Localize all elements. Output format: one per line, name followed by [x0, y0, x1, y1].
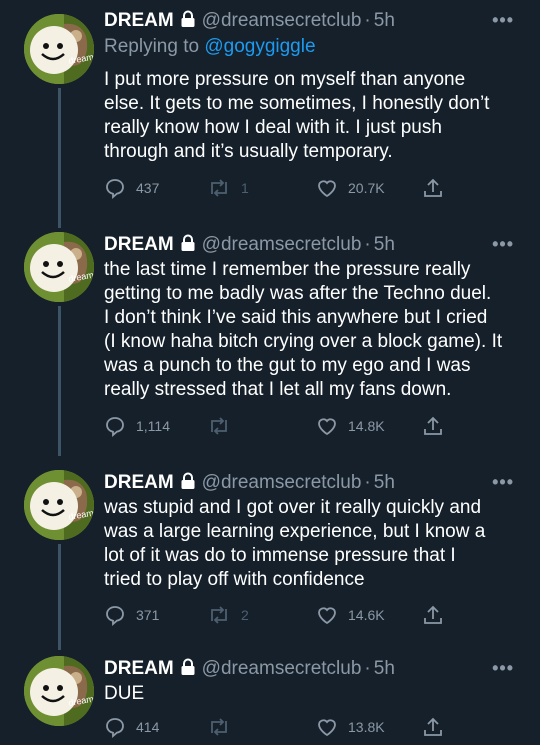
retweet-button[interactable]: 1 [207, 177, 249, 199]
tweet-1[interactable]: dream DREAM @dreamsecretclub · 5h ••• Re… [0, 8, 540, 228]
avatar[interactable]: dream [24, 470, 94, 540]
reply-button[interactable]: 1,114 [104, 415, 170, 437]
timestamp[interactable]: 5h [374, 234, 395, 256]
replying-to: Replying to @gogygiggle [104, 36, 316, 58]
timestamp[interactable]: 5h [374, 472, 395, 494]
heart-icon [318, 719, 336, 737]
author-name[interactable]: DREAM [104, 10, 174, 32]
tweet-text: DUE [104, 683, 145, 704]
heart-icon [318, 418, 336, 436]
retweet-button[interactable] [207, 716, 241, 738]
heart-icon [318, 180, 336, 198]
retweet-count: 2 [241, 607, 249, 623]
author-handle[interactable]: @dreamsecretclub [202, 472, 362, 494]
author-name[interactable]: DREAM [104, 658, 174, 680]
retweet-icon [211, 606, 227, 624]
separator-dot: · [364, 472, 371, 493]
tweet-text: I put more pressure on myself than anyon… [104, 69, 490, 162]
heart-icon [318, 607, 336, 625]
like-count: 20.7K [348, 180, 385, 196]
like-button[interactable]: 20.7K [316, 177, 385, 199]
lock-icon [180, 234, 196, 257]
like-count: 14.8K [348, 418, 385, 434]
timestamp[interactable]: 5h [374, 658, 395, 680]
retweet-icon [211, 417, 227, 435]
lock-icon [180, 658, 196, 681]
lock-icon [180, 10, 196, 33]
reply-button[interactable]: 414 [104, 716, 159, 738]
share-icon [424, 717, 442, 736]
more-icon[interactable]: ••• [492, 658, 514, 679]
reply-button[interactable]: 371 [104, 604, 159, 626]
separator-dot: · [364, 234, 371, 255]
share-button[interactable] [422, 177, 454, 199]
reply-button[interactable]: 437 [104, 177, 159, 199]
retweet-icon [211, 718, 227, 736]
like-count: 14.6K [348, 607, 385, 623]
tweet-header: DREAM @dreamsecretclub · 5h [104, 470, 395, 496]
lock-icon [180, 472, 196, 495]
retweet-icon [211, 179, 227, 197]
share-icon [424, 416, 442, 435]
replying-to-link[interactable]: @gogygiggle [204, 36, 315, 57]
reply-count: 414 [136, 719, 160, 735]
retweet-button[interactable]: 2 [207, 604, 249, 626]
share-button[interactable] [422, 604, 454, 626]
like-button[interactable]: 14.8K [316, 415, 385, 437]
tweet-header: DREAM @dreamsecretclub · 5h [104, 656, 395, 682]
author-name[interactable]: DREAM [104, 234, 174, 256]
tweet-text: was stupid and I got over it really quic… [104, 497, 486, 590]
like-count: 13.8K [348, 719, 385, 735]
author-handle[interactable]: @dreamsecretclub [202, 10, 362, 32]
tweet-2[interactable]: dream DREAM @dreamsecretclub · 5h ••• th… [0, 232, 540, 456]
tweet-4[interactable]: dream DREAM @dreamsecretclub · 5h ••• DU… [0, 656, 540, 745]
avatar[interactable]: dream [24, 656, 94, 726]
separator-dot: · [364, 658, 371, 679]
tweet-actions: 1,114 14.8K [104, 415, 444, 439]
tweet-actions: 437 1 20.7K [104, 177, 444, 201]
tweet-header: DREAM @dreamsecretclub · 5h [104, 232, 395, 258]
author-handle[interactable]: @dreamsecretclub [202, 658, 362, 680]
share-button[interactable] [422, 415, 454, 437]
more-icon[interactable]: ••• [492, 472, 514, 493]
retweet-button[interactable] [207, 415, 241, 437]
more-icon[interactable]: ••• [492, 234, 514, 255]
reply-icon [106, 179, 124, 199]
tweet-actions: 371 2 14.6K [104, 604, 444, 628]
timestamp[interactable]: 5h [374, 10, 395, 32]
reply-icon [106, 718, 124, 738]
reply-count: 371 [136, 607, 160, 623]
share-icon [424, 178, 442, 197]
author-name[interactable]: DREAM [104, 472, 174, 494]
tweet-3[interactable]: dream DREAM @dreamsecretclub · 5h ••• wa… [0, 470, 540, 650]
retweet-count: 1 [241, 180, 249, 196]
more-icon[interactable]: ••• [492, 10, 514, 31]
share-icon [424, 605, 442, 624]
tweet-text: the last time I remember the pressure re… [104, 259, 503, 400]
thread-line [58, 544, 61, 650]
reply-icon [106, 606, 124, 626]
like-button[interactable]: 14.6K [316, 604, 385, 626]
tweet-header: DREAM @dreamsecretclub · 5h [104, 8, 395, 34]
avatar[interactable]: dream [24, 14, 94, 84]
avatar[interactable]: dream [24, 232, 94, 302]
tweet-actions: 414 13.8K [104, 716, 444, 740]
reply-icon [106, 417, 124, 437]
replying-to-label: Replying to [104, 36, 205, 57]
like-button[interactable]: 13.8K [316, 716, 385, 738]
reply-count: 437 [136, 180, 160, 196]
share-button[interactable] [422, 716, 454, 738]
separator-dot: · [364, 10, 371, 31]
thread-line [58, 306, 61, 456]
thread-line [58, 88, 61, 228]
reply-count: 1,114 [136, 418, 170, 434]
author-handle[interactable]: @dreamsecretclub [202, 234, 362, 256]
